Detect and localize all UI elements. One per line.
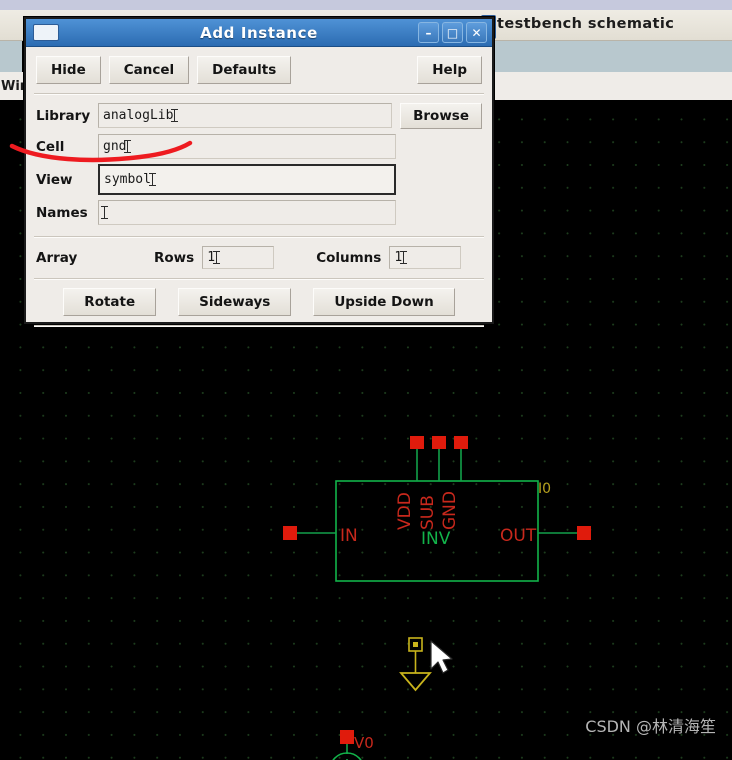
text-caret bbox=[400, 251, 408, 264]
cell-input[interactable]: gnd bbox=[98, 134, 396, 159]
vsource-circle bbox=[332, 752, 362, 760]
dialog-body: Hide Cancel Defaults Help Library analog… bbox=[26, 47, 492, 326]
text-caret bbox=[213, 251, 221, 264]
background-window-title: testbench schematic bbox=[497, 16, 675, 32]
library-input[interactable]: analogLib bbox=[98, 103, 393, 128]
ground-pin-dot bbox=[413, 642, 418, 647]
add-instance-dialog[interactable]: Add Instance – □ ✕ Hide Cancel Defaults … bbox=[24, 17, 494, 326]
inverter-instance-label: I0 bbox=[538, 481, 551, 497]
dialog-titlebar[interactable]: Add Instance – □ ✕ bbox=[26, 19, 492, 47]
rotate-button[interactable]: Rotate bbox=[63, 288, 157, 316]
window-controls: – □ ✕ bbox=[418, 22, 487, 43]
upside-down-button[interactable]: Upside Down bbox=[313, 288, 455, 316]
dialog-action-row: Hide Cancel Defaults Help bbox=[26, 47, 492, 93]
view-value: symbol bbox=[104, 172, 151, 187]
defaults-button[interactable]: Defaults bbox=[197, 56, 292, 84]
view-label: View bbox=[36, 171, 73, 188]
help-button[interactable]: Help bbox=[417, 56, 482, 84]
pin-square-in[interactable] bbox=[283, 526, 297, 540]
cancel-button[interactable]: Cancel bbox=[108, 56, 190, 84]
maximize-icon[interactable]: □ bbox=[442, 22, 463, 43]
background-toolbar-left bbox=[0, 41, 22, 72]
divider-bottom bbox=[34, 325, 484, 326]
pin-label-vdd: VDD bbox=[395, 492, 415, 530]
sideways-button[interactable]: Sideways bbox=[178, 288, 292, 316]
view-row: View symbol bbox=[36, 162, 482, 197]
text-caret bbox=[124, 140, 132, 153]
library-row: Library analogLib Browse bbox=[36, 100, 482, 131]
rows-input[interactable]: 1 bbox=[202, 246, 275, 269]
mouse-cursor bbox=[430, 640, 453, 674]
inverter-label: INV bbox=[421, 529, 451, 549]
ground-triangle bbox=[399, 672, 432, 692]
columns-group: Columns 1 bbox=[316, 246, 462, 269]
cell-row: Cell gnd bbox=[36, 131, 482, 162]
view-input[interactable]: symbol bbox=[98, 164, 396, 195]
pin-label-in: IN bbox=[340, 526, 358, 546]
array-row: Array Rows 1 Columns 1 bbox=[26, 237, 492, 278]
watermark: CSDN @林清海笙 bbox=[585, 717, 716, 736]
cell-value: gnd bbox=[103, 139, 127, 154]
columns-input[interactable]: 1 bbox=[389, 246, 462, 269]
pin-label-sub: SUB bbox=[418, 495, 438, 530]
pin-square-out[interactable] bbox=[577, 526, 591, 540]
names-label: Names bbox=[36, 204, 88, 221]
text-caret bbox=[101, 206, 108, 219]
orientation-row: Rotate Sideways Upside Down bbox=[26, 279, 492, 325]
rows-label: Rows bbox=[154, 249, 195, 266]
pin-square-gnd[interactable] bbox=[454, 436, 468, 449]
minimize-icon[interactable]: – bbox=[418, 22, 439, 43]
vsource-pin-top[interactable] bbox=[340, 730, 354, 744]
cell-label: Cell bbox=[36, 138, 65, 155]
vsource-label: V0 bbox=[354, 734, 374, 752]
browse-button[interactable]: Browse bbox=[400, 102, 482, 129]
voltage-source-instance[interactable]: V0 bbox=[330, 730, 374, 760]
text-caret bbox=[148, 173, 156, 186]
ground-instance[interactable] bbox=[399, 637, 432, 692]
inverter-instance[interactable]: VDD SUB GND IN OUT INV I0 bbox=[283, 436, 591, 582]
hide-button[interactable]: Hide bbox=[36, 56, 101, 84]
pin-label-gnd: GND bbox=[440, 491, 460, 530]
pin-square-sub[interactable] bbox=[432, 436, 446, 449]
pin-square-vdd[interactable] bbox=[410, 436, 424, 449]
background-window-titlebar bbox=[0, 0, 732, 10]
dialog-form: Library analogLib Browse Cell gnd View s… bbox=[26, 94, 492, 228]
background-toolbar bbox=[480, 41, 732, 73]
close-icon[interactable]: ✕ bbox=[466, 22, 487, 43]
library-value: analogLib bbox=[103, 108, 174, 123]
library-label: Library bbox=[36, 107, 91, 124]
names-row: Names bbox=[36, 197, 482, 228]
names-input[interactable] bbox=[98, 200, 396, 225]
columns-label: Columns bbox=[316, 249, 382, 266]
text-caret bbox=[171, 109, 179, 122]
pin-label-out: OUT bbox=[500, 526, 537, 546]
array-label: Array bbox=[36, 249, 78, 266]
